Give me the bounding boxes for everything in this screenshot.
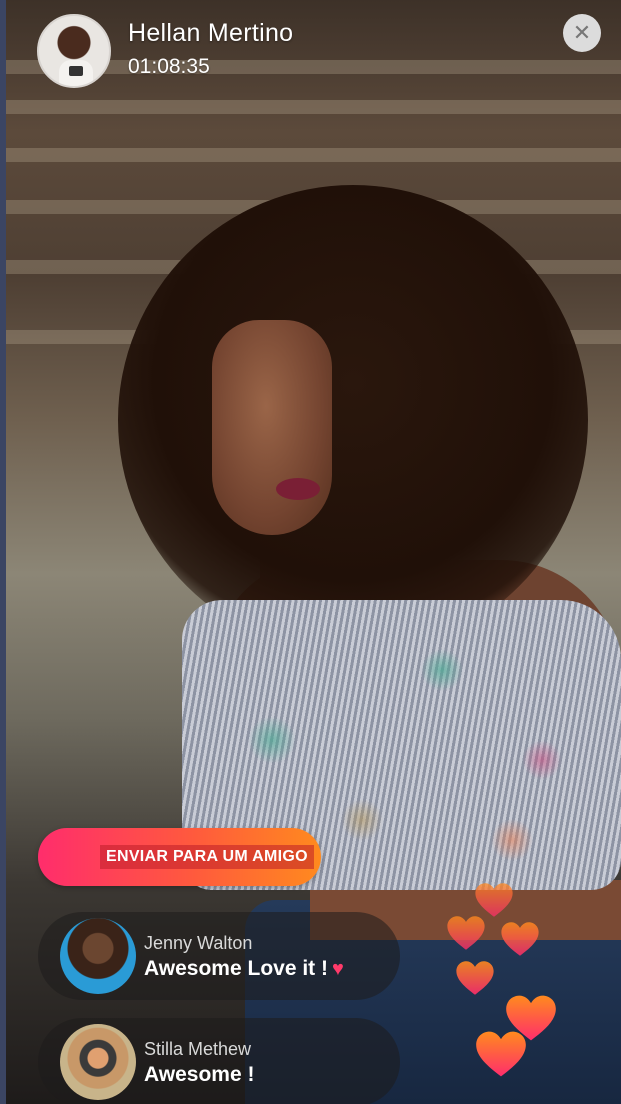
streamer-avatar[interactable] bbox=[37, 14, 111, 88]
share-with-friend-button[interactable]: ENVIAR PARA UM AMIGO bbox=[38, 828, 321, 886]
heart-icon bbox=[455, 960, 495, 996]
streamer-name: Hellan Mertino bbox=[128, 19, 294, 47]
camera-icon bbox=[69, 66, 83, 76]
share-button-label: ENVIAR PARA UM AMIGO bbox=[100, 845, 314, 869]
comment-message-text: Awesome Love it ! bbox=[144, 957, 328, 980]
comment-avatar[interactable] bbox=[60, 918, 136, 994]
comment-author: Jenny Walton bbox=[144, 933, 253, 953]
comment-message: Awesome ! bbox=[144, 1063, 255, 1087]
ceiling-beam bbox=[6, 148, 621, 162]
comment-item: Stilla Methew Awesome ! bbox=[38, 1018, 400, 1104]
live-stream-view: Hellan Mertino 01:08:35 ✕ ENVIAR PARA UM… bbox=[0, 0, 621, 1104]
heart-icon: ♥ bbox=[332, 958, 344, 980]
window-edge bbox=[0, 0, 6, 1104]
comment-message: Awesome Love it ! ♥ bbox=[144, 957, 344, 981]
ceiling-beam bbox=[6, 100, 621, 114]
comment-message-text: Awesome ! bbox=[144, 1063, 255, 1086]
close-icon: ✕ bbox=[572, 20, 592, 45]
heart-icon bbox=[500, 921, 540, 957]
comment-author: Stilla Methew bbox=[144, 1039, 252, 1059]
person-lips bbox=[276, 478, 320, 500]
comment-avatar[interactable] bbox=[60, 1024, 136, 1100]
heart-icon bbox=[474, 882, 514, 918]
close-button[interactable]: ✕ bbox=[563, 14, 601, 52]
heart-icon bbox=[446, 915, 486, 951]
person-face bbox=[212, 320, 332, 535]
comment-item: Jenny Walton Awesome Love it ! ♥ bbox=[38, 912, 400, 1000]
person-hair bbox=[118, 185, 588, 655]
stream-timer: 01:08:35 bbox=[128, 55, 210, 78]
heart-icon bbox=[474, 1030, 528, 1078]
